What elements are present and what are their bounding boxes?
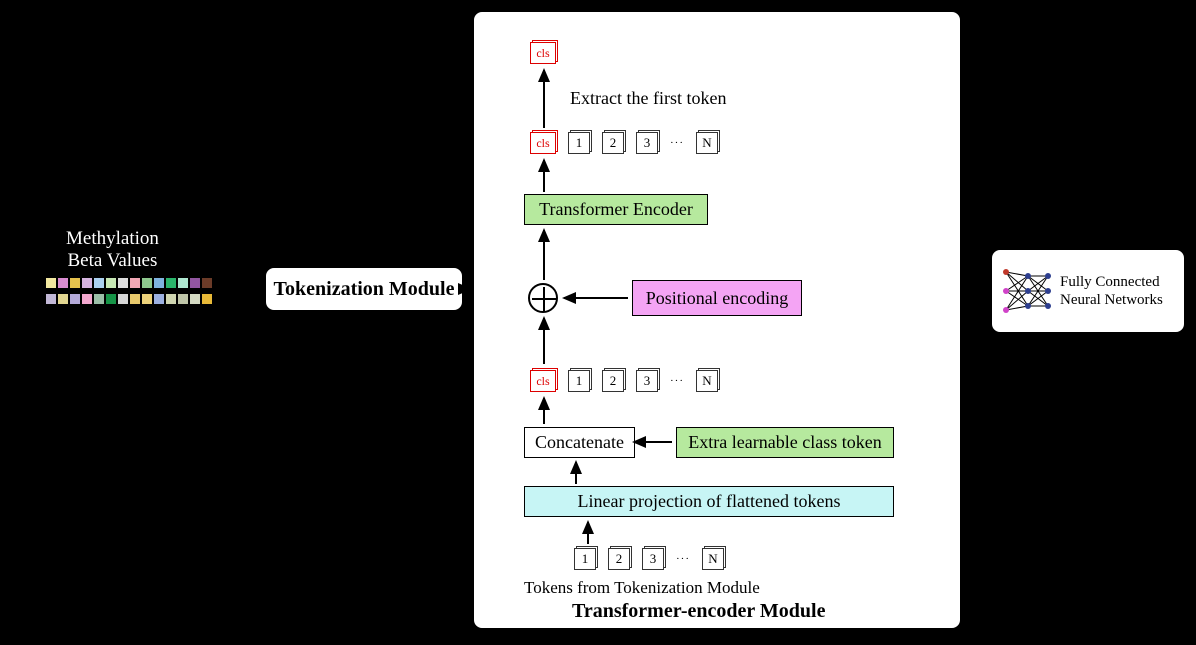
tokens-caption: Tokens from Tokenization Module [524,578,760,598]
token-3: 3 [636,132,658,154]
extract-label: Extract the first token [570,88,726,109]
cls-token: cls [530,370,556,392]
token-1: 1 [574,548,596,570]
token-N: N [696,132,718,154]
encoder-title: Transformer-encoder Module [572,600,825,623]
beta-values-strip-1 [46,278,212,288]
input-token-row: 1 2 3 ··· N [574,548,724,570]
token-3: 3 [636,370,658,392]
token-3: 3 [642,548,664,570]
beta-values-strip-2 [46,294,212,304]
token-dots: ··· [670,132,684,154]
classifier-module: Fully Connected Neural Networks [990,248,1186,334]
extracted-cls-row: cls [530,42,556,64]
linear-projection-block: Linear projection of flattened tokens [524,486,894,517]
token-dots: ··· [676,548,690,570]
cls-token: cls [530,42,556,64]
token-1: 1 [568,370,590,392]
extra-class-token-block: Extra learnable class token [676,427,894,458]
nn-line2: Neural Networks [1060,291,1163,309]
classifier-text: Fully Connected Neural Networks [1060,273,1163,309]
tokenization-module: Tokenization Module [264,266,464,312]
concatenate-block: Concatenate [524,427,635,458]
nn-line1: Fully Connected [1060,273,1163,291]
token-N: N [702,548,724,570]
output-token-row: cls 1 2 3 ··· N [530,132,718,154]
token-2: 2 [602,132,624,154]
add-operator-icon [528,283,558,313]
token-2: 2 [602,370,624,392]
token-N: N [696,370,718,392]
token-2: 2 [608,548,630,570]
positional-encoding-block: Positional encoding [632,280,802,316]
classifier-title: Classifier Module [1008,336,1159,359]
input-label: Methylation Beta Values [66,228,159,272]
token-1: 1 [568,132,590,154]
cls-token: cls [530,132,556,154]
neural-network-icon [998,262,1056,320]
tokenization-title: Tokenization Module [274,278,455,301]
concat-token-row: cls 1 2 3 ··· N [530,370,718,392]
token-dots: ··· [670,370,684,392]
transformer-encoder-block: Transformer Encoder [524,194,708,225]
